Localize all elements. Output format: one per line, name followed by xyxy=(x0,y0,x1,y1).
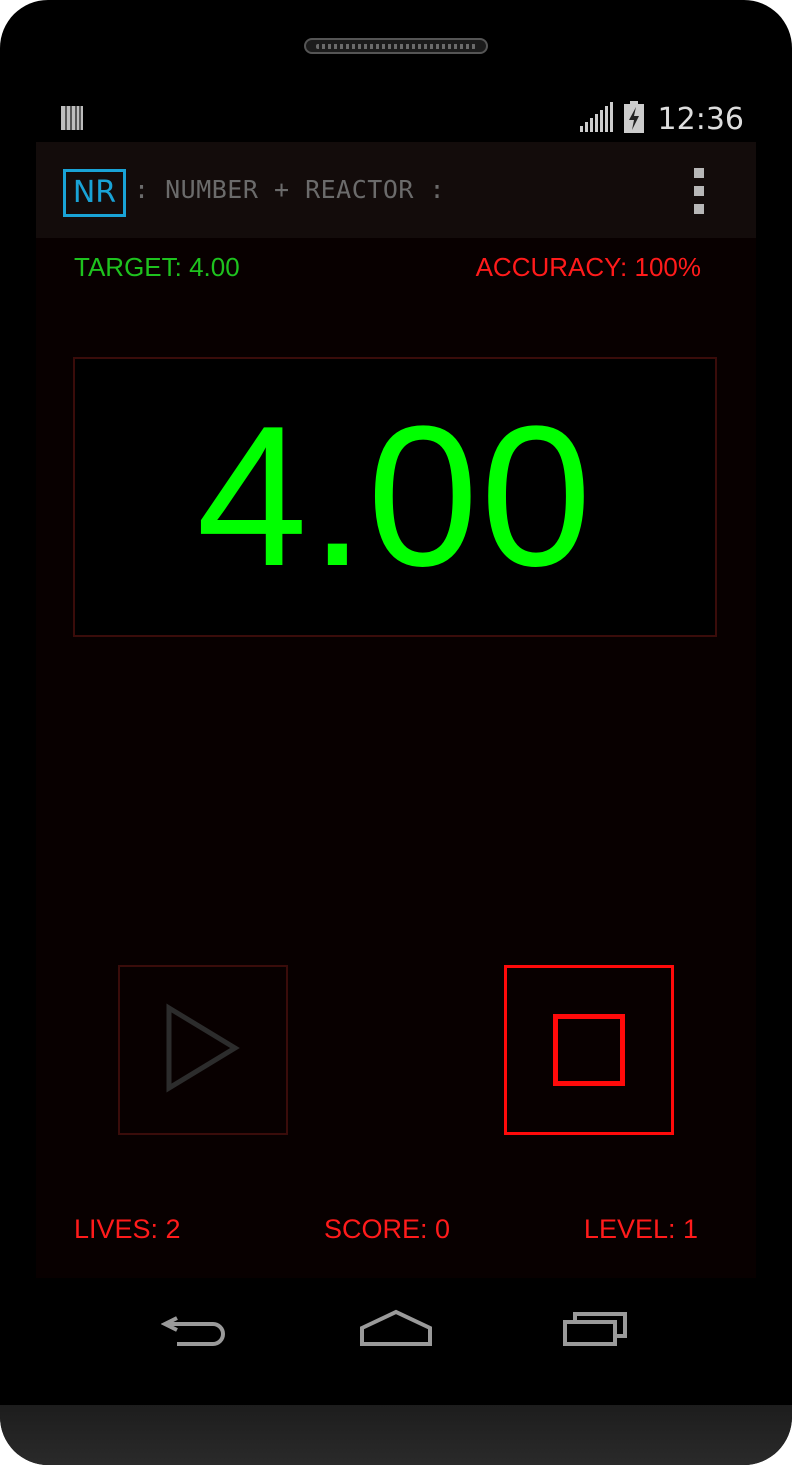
phone-frame: 12:36 NR : NUMBER + REACTOR : TARGET: 4.… xyxy=(0,0,792,1465)
app-title: : NUMBER + REACTOR : xyxy=(134,175,446,204)
status-clock: 12:36 xyxy=(657,101,744,137)
target-label: TARGET: 4.00 xyxy=(74,252,240,282)
score-label: SCORE: 0 xyxy=(324,1214,451,1244)
signal-icon xyxy=(579,102,616,136)
back-icon[interactable] xyxy=(156,1300,236,1356)
level-label: LEVEL: 1 xyxy=(583,1214,698,1244)
number-display: 4.00 xyxy=(73,357,717,637)
status-bar: 12:36 xyxy=(36,96,756,142)
app-logo: NR xyxy=(63,169,126,217)
recent-apps-icon[interactable] xyxy=(556,1300,636,1356)
battery-charging-icon xyxy=(623,101,644,137)
overflow-menu-icon[interactable] xyxy=(692,168,706,214)
app-screen: NR : NUMBER + REACTOR : TARGET: 4.00 ACC… xyxy=(36,142,756,1278)
play-icon xyxy=(163,1003,243,1097)
phone-bottom-bezel xyxy=(0,1405,792,1465)
home-icon[interactable] xyxy=(356,1300,436,1356)
accuracy-label: ACCURACY: 100% xyxy=(475,252,701,282)
navigation-bar xyxy=(36,1278,756,1378)
display-value: 4.00 xyxy=(196,385,594,608)
stop-icon xyxy=(553,1014,625,1086)
lives-label: LIVES: 2 xyxy=(74,1214,181,1244)
stop-button[interactable] xyxy=(504,965,674,1135)
earpiece-speaker xyxy=(304,38,488,54)
play-button[interactable] xyxy=(118,965,288,1135)
notification-icon xyxy=(60,104,84,132)
action-bar: NR : NUMBER + REACTOR : xyxy=(36,142,756,238)
